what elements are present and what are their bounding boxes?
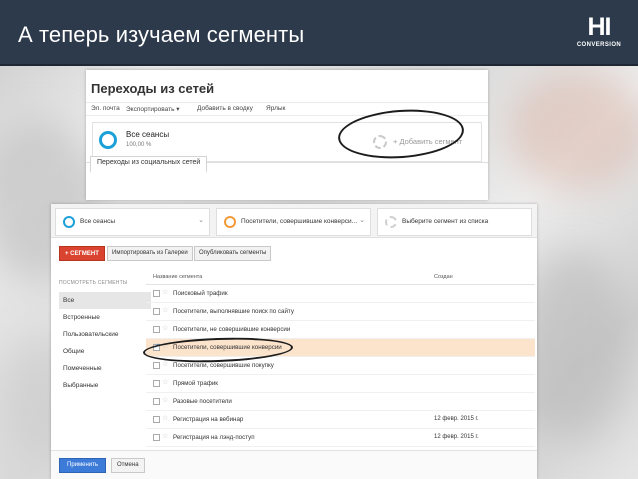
star-icon[interactable]: ☆ xyxy=(162,306,168,314)
table-row[interactable]: ☆ Поисковый трафик xyxy=(146,285,535,303)
table-row[interactable]: ☆ Разовые посетители xyxy=(146,393,535,411)
segment-picker-screenshot: Все сеансы ⌄ Посетители, совершившие кон… xyxy=(51,204,537,479)
star-icon[interactable]: ☆ xyxy=(162,324,168,332)
row-checkbox[interactable] xyxy=(153,380,160,387)
row-segment-name: Разовые посетители xyxy=(173,398,232,405)
row-created-date: 12 февр. 2015 г. xyxy=(434,434,479,440)
row-checkbox[interactable] xyxy=(153,434,160,441)
segment-chip-label: Выберите сегмент из списка xyxy=(402,218,489,225)
row-segment-name: Посетители, совершившие покупку xyxy=(173,362,274,369)
slide-title-bar: А теперь изучаем сегменты HI CONVERSION xyxy=(0,0,638,66)
row-segment-name: Посетители, выполнявшие поиск по сайту xyxy=(173,308,294,315)
row-created-date: 12 февр. 2015 г. xyxy=(434,416,479,422)
apply-button[interactable]: Применить xyxy=(59,458,107,473)
report-title: Переходы из сетей xyxy=(91,81,215,96)
segment-chip-converters[interactable]: Посетители, совершившие конверси... ⌄ xyxy=(216,208,371,236)
sidebar-item-all[interactable]: Все xyxy=(59,292,151,309)
picker-footer: Применить Отмена xyxy=(51,450,537,479)
toolbar-email[interactable]: Эл. почта xyxy=(91,105,120,112)
row-checkbox[interactable] xyxy=(153,326,160,333)
table-header: Название сегмента Создан xyxy=(146,271,535,285)
import-gallery-button[interactable]: Импортировать из Галереи xyxy=(107,246,193,261)
segment-ring-icon xyxy=(99,131,117,149)
segment-sidebar: ПОСМОТРЕТЬ СЕГМЕНТЫ Все Встроенные Польз… xyxy=(59,280,151,394)
column-header-created[interactable]: Создан xyxy=(434,274,453,280)
segment-chip-label: Все сеансы xyxy=(80,218,115,225)
segment-percent: 100,00 % xyxy=(126,142,152,148)
logo-main-text: HI xyxy=(587,13,612,41)
orange-ring-icon xyxy=(224,216,236,228)
column-header-name[interactable]: Название сегмента xyxy=(153,274,202,280)
selected-segments-bar: Все сеансы ⌄ Посетители, совершившие кон… xyxy=(51,204,537,238)
table-row[interactable]: ☆ Прямой трафик xyxy=(146,375,535,393)
row-segment-name: Прямой трафик xyxy=(173,380,219,387)
logo-sub-text: CONVERSION xyxy=(576,42,622,48)
segment-chip-empty[interactable]: Выберите сегмент из списка xyxy=(377,208,532,236)
sidebar-item-shared[interactable]: Общие xyxy=(59,343,151,360)
cancel-button[interactable]: Отмена xyxy=(111,458,145,473)
row-segment-name: Регистрация на вебинар xyxy=(173,416,244,423)
empty-ring-icon xyxy=(385,216,397,228)
table-row[interactable]: ☆ Регистрация на лэнд-поступ 12 февр. 2015… xyxy=(146,429,535,447)
row-checkbox[interactable] xyxy=(153,416,160,423)
chevron-down-icon[interactable]: ⌄ xyxy=(198,216,204,224)
row-checkbox[interactable] xyxy=(153,398,160,405)
sidebar-item-selected[interactable]: Выбранные xyxy=(59,377,151,394)
report-screenshot: Переходы из сетей Эл. почта Экспортирова… xyxy=(86,70,488,200)
row-checkbox[interactable] xyxy=(153,362,160,369)
table-row[interactable]: ☆ Посетители, выполнявшие поиск по сайту xyxy=(146,303,535,321)
segment-name[interactable]: Все сеансы xyxy=(126,130,169,139)
row-checkbox[interactable] xyxy=(153,290,160,297)
table-row[interactable]: ☆ Регистрация на вебинар 12 февр. 2015 г. xyxy=(146,411,535,429)
blue-ring-icon xyxy=(63,216,75,228)
star-icon[interactable]: ☆ xyxy=(162,396,168,404)
row-segment-name: Регистрация на лэнд-поступ xyxy=(173,434,255,441)
toolbar-add-dashboard[interactable]: Добавить в сводку xyxy=(197,105,253,112)
tab-social-referrals[interactable]: Переходы из социальных сетей xyxy=(90,156,208,173)
sidebar-item-starred[interactable]: Помеченные xyxy=(59,360,151,377)
toolbar-shortcut[interactable]: Ярлык xyxy=(266,105,285,112)
segment-chip-label: Посетители, совершившие конверси... xyxy=(241,218,358,225)
hi-conversion-logo: HI CONVERSION xyxy=(572,14,626,56)
row-segment-name: Поисковый трафик xyxy=(173,290,228,297)
row-checkbox[interactable] xyxy=(153,308,160,315)
star-icon[interactable]: ☆ xyxy=(162,288,168,296)
slide-title: А теперь изучаем сегменты xyxy=(18,22,305,47)
star-icon[interactable]: ☆ xyxy=(162,360,168,368)
segment-actions-row: + СЕГМЕНТ Импортировать из Галереи Опубл… xyxy=(51,246,537,262)
chevron-down-icon[interactable]: ⌄ xyxy=(359,216,365,224)
toolbar-export[interactable]: Экспортировать ▾ xyxy=(126,105,180,113)
star-icon[interactable]: ☆ xyxy=(162,414,168,422)
sidebar-heading: ПОСМОТРЕТЬ СЕГМЕНТЫ xyxy=(59,280,128,286)
row-segment-name: Посетители, не совершившие конверсии xyxy=(173,326,291,333)
new-segment-button[interactable]: + СЕГМЕНТ xyxy=(59,246,105,261)
sidebar-item-builtin[interactable]: Встроенные xyxy=(59,309,151,326)
shared-segments-button[interactable]: Опубликовать сегменты xyxy=(194,246,272,261)
star-icon[interactable]: ☆ xyxy=(162,378,168,386)
star-icon[interactable]: ☆ xyxy=(162,432,168,440)
table-row[interactable]: ☆ Посетители, не совершившие конверсии xyxy=(146,321,535,339)
segment-chip-all-sessions[interactable]: Все сеансы ⌄ xyxy=(55,208,210,236)
sidebar-item-custom[interactable]: Пользовательские xyxy=(59,326,151,343)
